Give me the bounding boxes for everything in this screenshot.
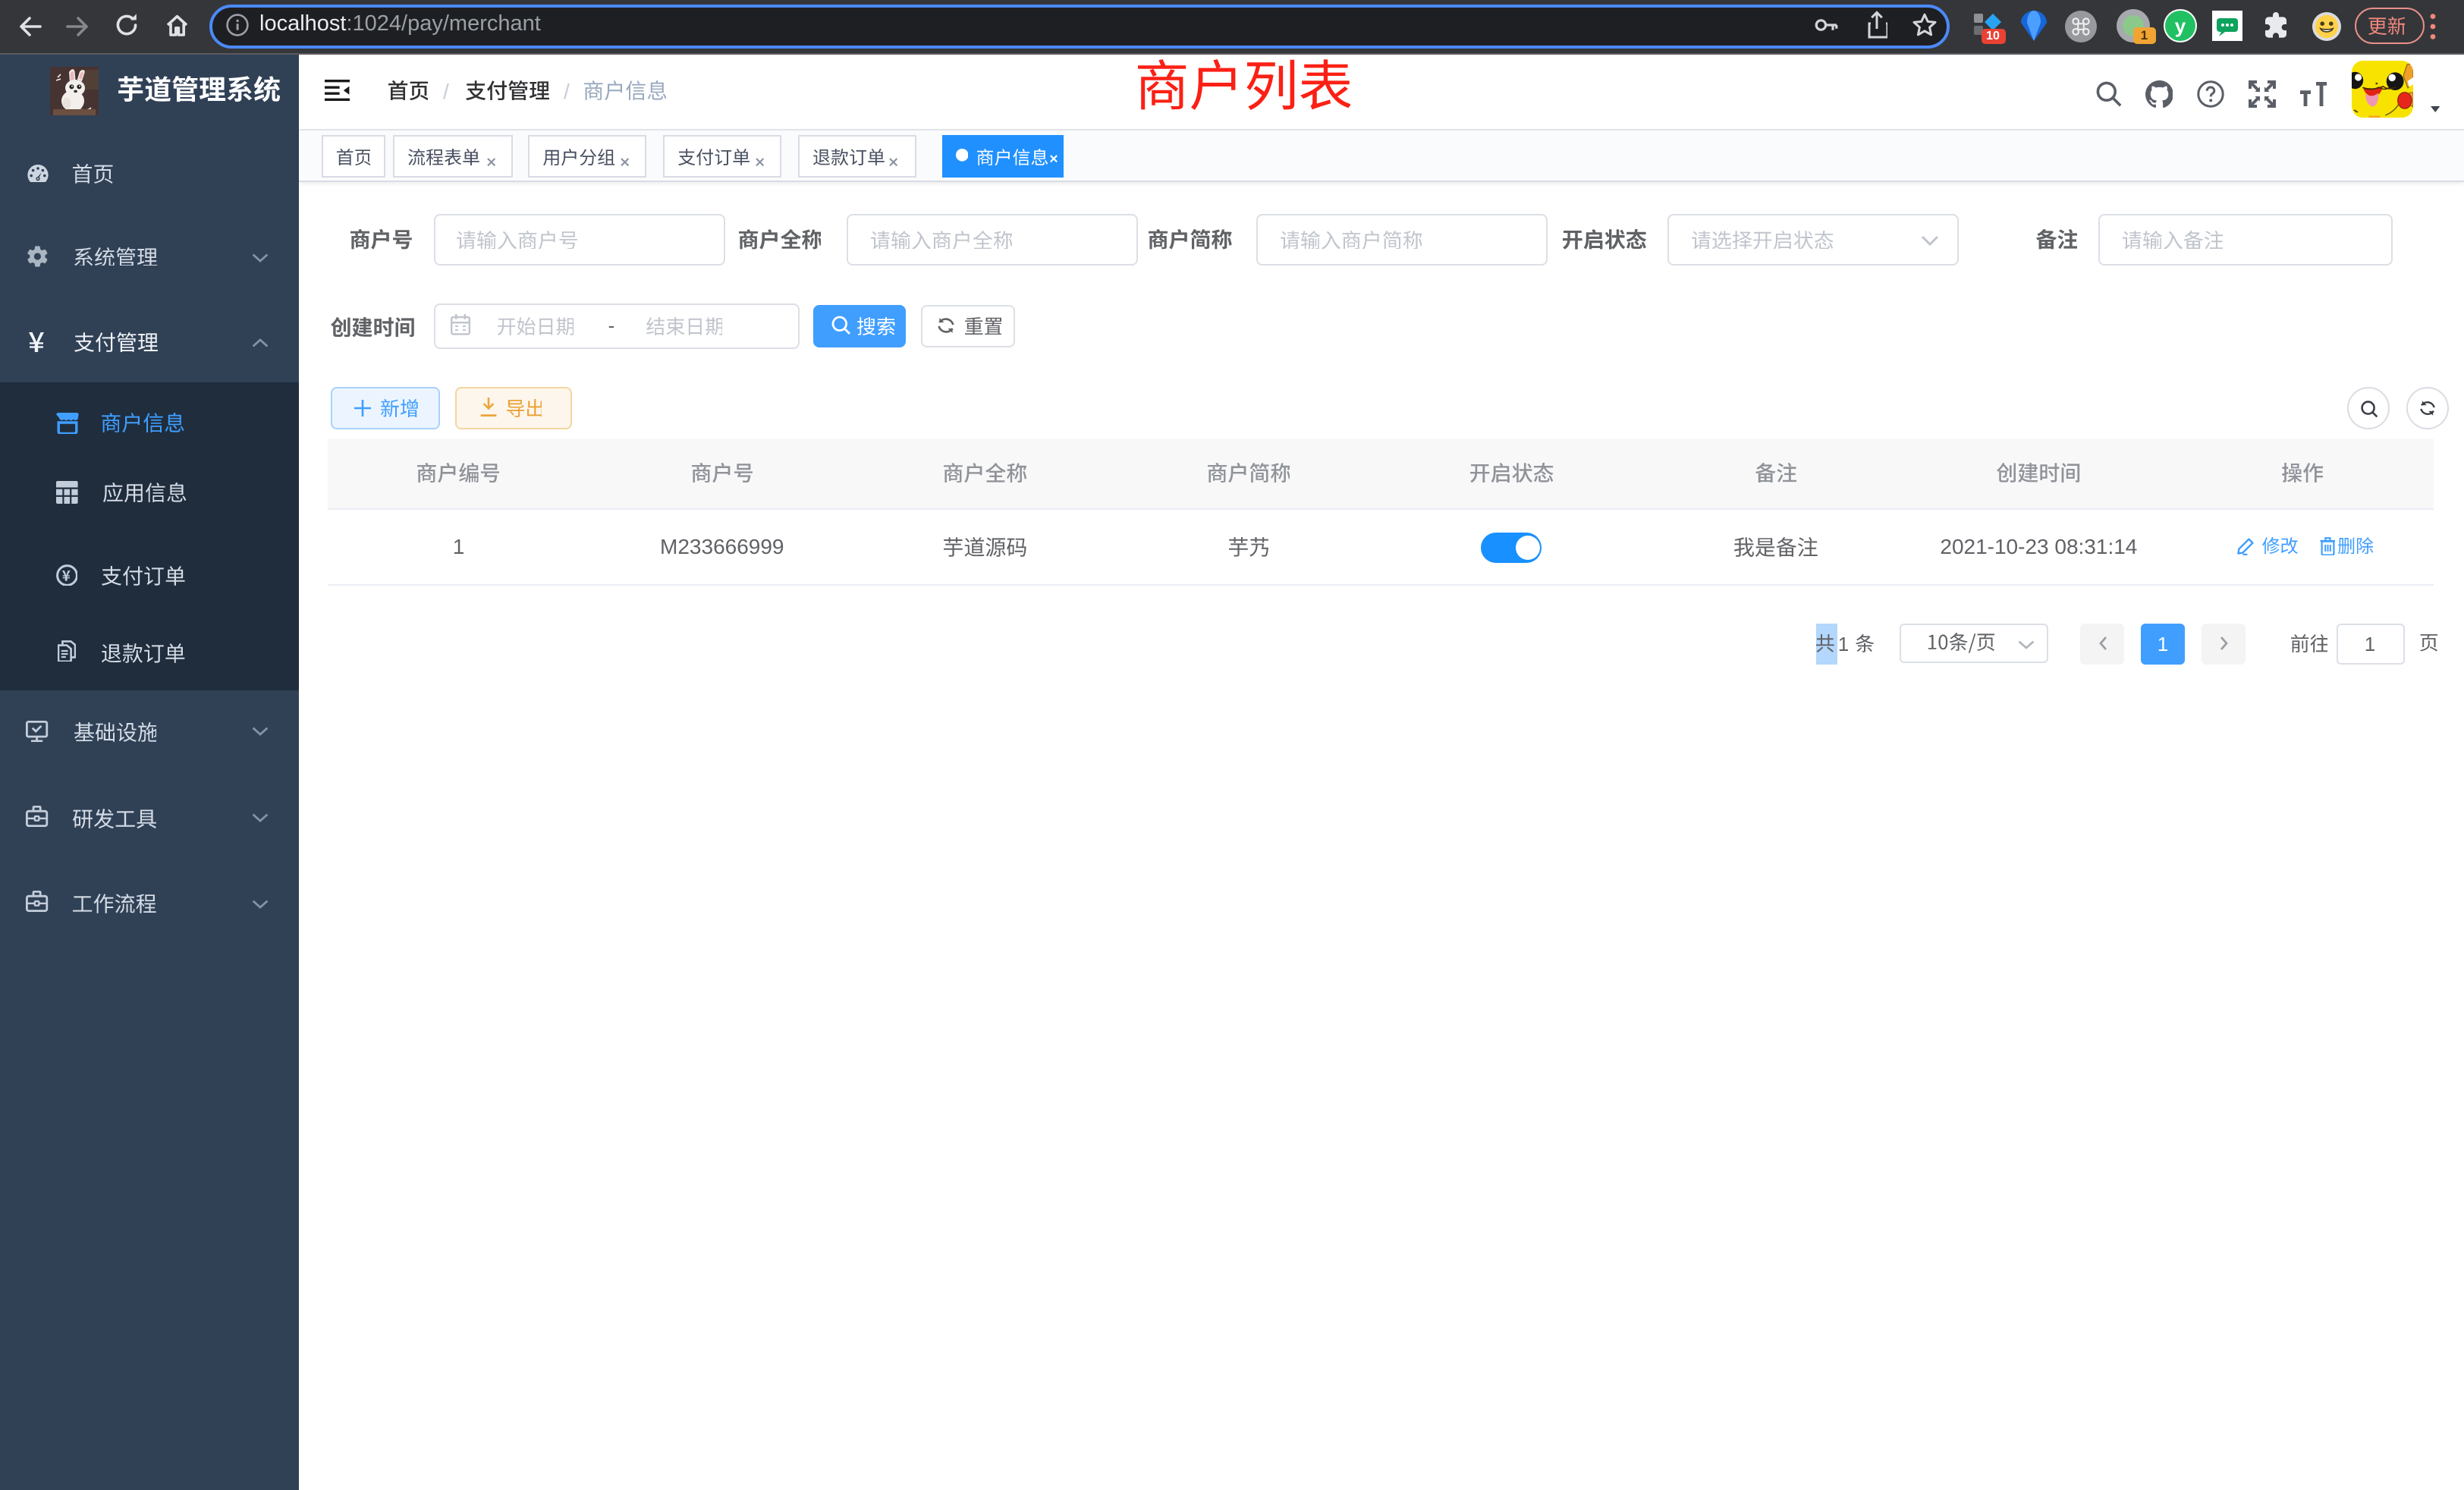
svg-text:y: y (2175, 14, 2186, 37)
